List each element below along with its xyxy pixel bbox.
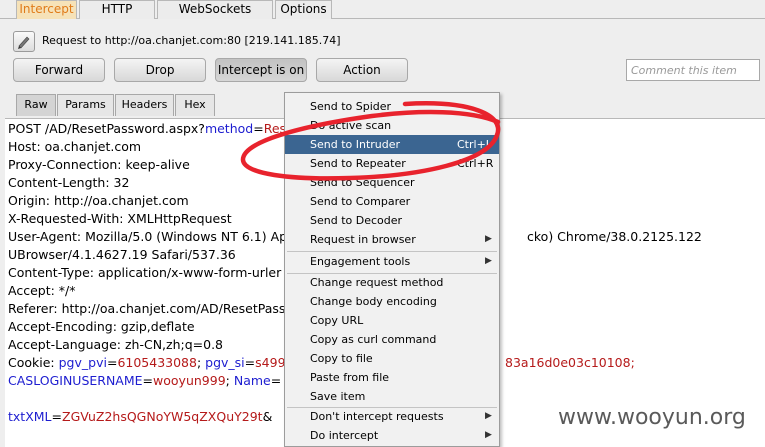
- header-content-length: Content-Length: 32: [8, 175, 130, 190]
- tab-intercept[interactable]: Intercept: [16, 0, 77, 19]
- submenu-arrow-icon: ▶: [485, 430, 492, 440]
- menu-item-send-to-sequencer[interactable]: Send to Sequencer: [285, 173, 499, 192]
- shortcut-label: Ctrl+R: [457, 157, 494, 170]
- header-cookie-tail: 83a16d0e03c10108;: [505, 355, 635, 370]
- forward-button[interactable]: Forward: [13, 58, 105, 82]
- menu-item-change-request-method[interactable]: Change request method: [285, 273, 499, 292]
- tab-hex[interactable]: Hex: [175, 94, 215, 116]
- action-button[interactable]: Action: [316, 58, 408, 82]
- header-proxy-connection: Proxy-Connection: keep-alive: [8, 157, 190, 172]
- watermark-text: www.wooyun.org: [558, 405, 746, 430]
- menu-item-save-item[interactable]: Save item: [285, 387, 499, 406]
- shortcut-label: Ctrl+I: [457, 138, 490, 151]
- top-tab-bar: Intercept HTTP history WebSockets histor…: [0, 0, 765, 33]
- header-user-agent-tail: cko) Chrome/38.0.2125.122: [527, 229, 702, 244]
- menu-item-send-to-decoder[interactable]: Send to Decoder: [285, 211, 499, 230]
- header-origin: Origin: http://oa.chanjet.com: [8, 193, 189, 208]
- menu-item-copy-url[interactable]: Copy URL: [285, 311, 499, 330]
- menu-item-send-to-intruder[interactable]: Send to Intruder Ctrl+I: [285, 135, 499, 154]
- submenu-arrow-icon: ▶: [485, 256, 492, 266]
- menu-item-copy-to-file[interactable]: Copy to file: [285, 349, 499, 368]
- tab-options[interactable]: Options: [275, 0, 332, 19]
- menu-item-request-in-browser[interactable]: Request in browser ▶: [285, 230, 499, 249]
- menu-item-dont-intercept[interactable]: Don't intercept requests ▶: [285, 407, 499, 426]
- intercept-toggle-button[interactable]: Intercept is on: [215, 58, 307, 82]
- comment-input[interactable]: Comment this item: [626, 59, 760, 81]
- menu-item-send-to-spider[interactable]: Send to Spider: [285, 97, 499, 116]
- header-cookie-cont: CASLOGINUSERNAME=wooyun999; Name=: [8, 373, 282, 388]
- header-host: Host: oa.chanjet.com: [8, 139, 142, 154]
- header-accept-language: Accept-Language: zh-CN,zh;q=0.8: [8, 337, 224, 352]
- header-referer: Referer: http://oa.chanjet.com/AD/ResetP…: [8, 301, 286, 316]
- edit-pencil-icon[interactable]: [13, 31, 35, 52]
- menu-item-send-to-repeater[interactable]: Send to Repeater Ctrl+R: [285, 154, 499, 173]
- drop-button[interactable]: Drop: [114, 58, 206, 82]
- header-cookie: Cookie: pgv_pvi=6105433088; pgv_si=s4999: [8, 355, 294, 370]
- menu-item-do-active-scan[interactable]: Do active scan: [285, 116, 499, 135]
- request-line: POST /AD/ResetPassword.aspx?method=Rese: [8, 121, 294, 136]
- tab-http-history[interactable]: HTTP history: [79, 0, 155, 33]
- header-accept: Accept: */*: [8, 283, 76, 298]
- header-user-agent-cont: UBrowser/4.1.4627.19 Safari/537.36: [8, 247, 236, 262]
- submenu-arrow-icon: ▶: [485, 411, 492, 421]
- header-x-requested-with: X-Requested-With: XMLHttpRequest: [8, 211, 232, 226]
- menu-item-send-to-comparer[interactable]: Send to Comparer: [285, 192, 499, 211]
- menu-item-change-body-encoding[interactable]: Change body encoding: [285, 292, 499, 311]
- tab-websockets-history[interactable]: WebSockets history: [157, 0, 273, 33]
- tab-headers[interactable]: Headers: [115, 94, 174, 116]
- menu-item-engagement-tools[interactable]: Engagement tools ▶: [285, 252, 499, 271]
- tab-params[interactable]: Params: [57, 94, 114, 116]
- menu-item-paste-from-file[interactable]: Paste from file: [285, 368, 499, 387]
- header-content-type: Content-Type: application/x-www-form-url…: [8, 265, 282, 280]
- request-target-label: Request to http://oa.chanjet.com:80 [219…: [42, 34, 341, 47]
- context-menu: Send to Spider Do active scan Send to In…: [284, 92, 500, 447]
- header-user-agent: User-Agent: Mozilla/5.0 (Windows NT 6.1)…: [8, 229, 288, 244]
- header-accept-encoding: Accept-Encoding: gzip,deflate: [8, 319, 195, 334]
- menu-item-copy-as-curl[interactable]: Copy as curl command: [285, 330, 499, 349]
- submenu-arrow-icon: ▶: [485, 234, 492, 244]
- menu-item-do-intercept[interactable]: Do intercept ▶: [285, 426, 499, 445]
- request-body: txtXML=ZGVuZ2hsQGNoYW5qZXQuY29t&: [8, 409, 273, 424]
- tab-raw[interactable]: Raw: [16, 94, 56, 116]
